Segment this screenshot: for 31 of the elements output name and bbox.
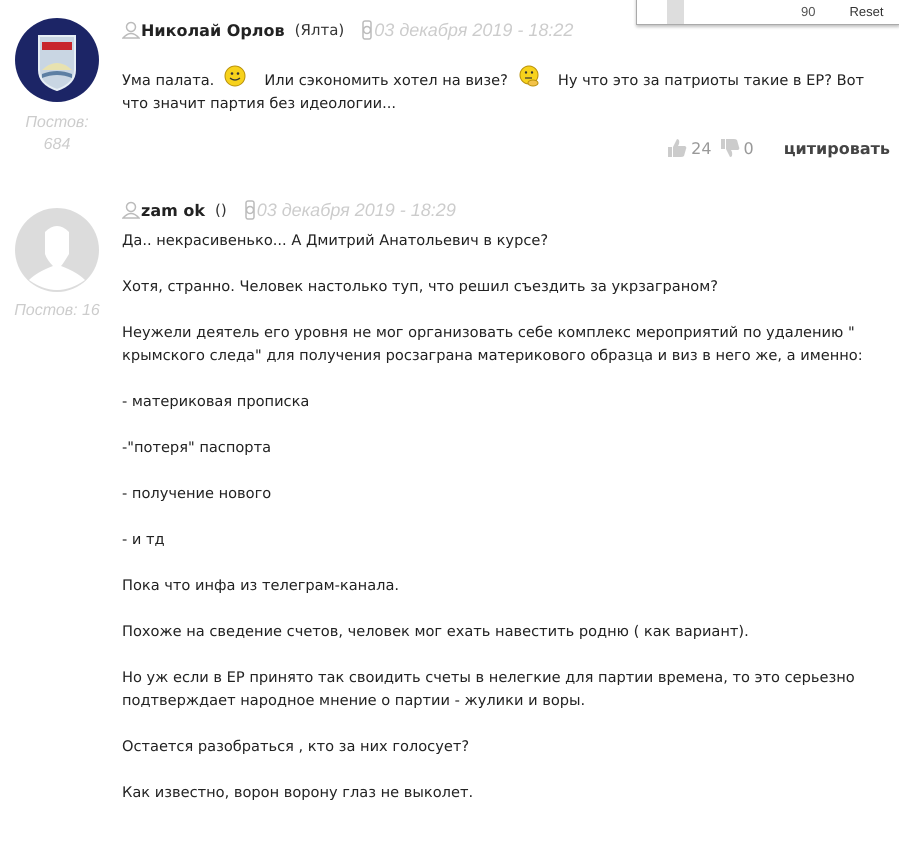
thinking-smiley-icon [518,65,540,87]
value-text: 90 [801,4,816,21]
thumbs-up-icon[interactable] [667,138,688,158]
post-text: Как известно, ворон ворону глаз не выколет. [122,783,474,803]
author-name: zam ok [141,200,205,220]
post-text: Хотя, странно. Человек настолько туп, что решил съездить за укрзаграном? [122,277,719,297]
watch-icon [242,200,257,220]
author-city: () [214,201,227,219]
post-text: -"потеря" паспорта [122,438,272,458]
likes-count: 24 [691,138,712,158]
author-city: (Ялта) [294,21,344,39]
post-text: Неужели деятель его уровня не мог организовать себе комплекс мероприятий по удалению " крымского следа" для получения росзаграна материкового образца и виз в него же, а именно: [122,323,864,366]
post-text: Да.. некрасивенько... А Дмитрий Анатольевич в курсе? [122,231,550,251]
post-text: Остается разобраться , кто за них голосует? [122,737,470,757]
post-text: - и тд [122,530,166,550]
reset-button[interactable]: Reset [849,4,884,24]
author-name: Николай Орлов [141,20,285,40]
dislikes-count: 0 [744,138,754,158]
quote-link[interactable]: цитировать [784,138,890,158]
post-text: Пока что инфа из телеграм-канала. [122,576,400,596]
post-text: - материковая прописка [122,392,310,412]
watch-icon [360,20,374,40]
thumbs-down-icon[interactable] [720,138,740,158]
post-text: Ума палата. Или сэкономить хотел на визе? Ну что это за патриоты такие в ЕР? Вот что значит партия без идеологии... [122,65,890,115]
user-icon [122,21,140,39]
post-text: Но уж если в ЕР принято так своидить счеты в нелегкие для партии времена, то это серьезно подтверждает народное мнение о партии - жулики и воры. [122,668,856,711]
post-text: - получение нового [122,484,272,504]
user-icon [122,201,140,219]
post-text: Похоже на сведение счетов, человек мог ехать навестить родню ( как вариант). [122,622,750,642]
scrollbar[interactable] [667,0,684,24]
smiley-icon [224,65,246,87]
